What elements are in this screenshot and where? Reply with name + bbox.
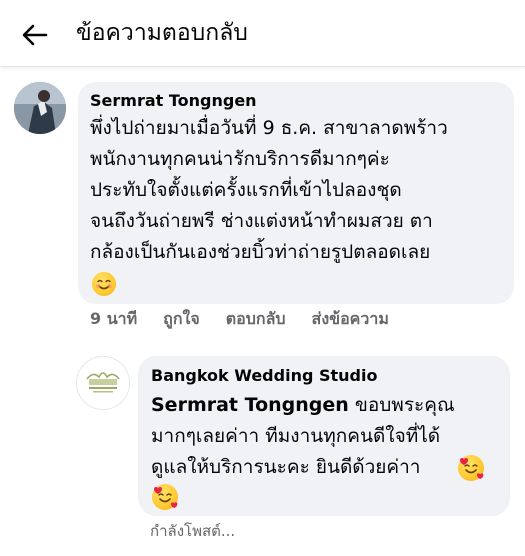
comment-line: ประทับใจตั้งแต่ครั้งแรกที่เข้าไปลองชุด (90, 179, 402, 201)
reply-author[interactable]: Bangkok Wedding Studio (151, 366, 377, 386)
arrow-left-icon (22, 24, 48, 46)
comment-timestamp: 9 นาที (90, 309, 138, 328)
comment-line: จนถึงวันถ่ายพรี ช่างแต่งหน้าทำผมสวย ตา (90, 210, 433, 232)
reply-line: มากๆเลยค่าา ทีมงานทุกคนดีใจที่ได้ (151, 425, 441, 447)
comment-actions: 9 นาที ถูกใจ ตอบกลับ ส่งข้อความ (90, 308, 415, 330)
comment-line: กล้องเป็นกันเองช่วยบิ้วท่าถ่ายรูปตลอดเลย (90, 241, 431, 263)
mention-link[interactable]: Sermrat Tongngen (151, 394, 349, 416)
comment-author[interactable]: Sermrat Tongngen (90, 91, 257, 111)
commenter-avatar[interactable] (14, 82, 66, 134)
avatar-photo (14, 82, 66, 134)
reply-line-text: ขอบพระคุณ (348, 394, 455, 416)
comment-bubble: Sermrat Tongngen พึ่งไปถ่ายมาเมื่อวันที่… (78, 82, 514, 304)
comment-line: พึ่งไปถ่ายมาเมื่อวันที่ 9 ธ.ค. สาขาลาดพร… (90, 117, 448, 139)
studio-logo-icon (77, 357, 129, 409)
reply-line-text: ดูแลให้บริการนะคะ ยินดีด้วยค่าา (151, 456, 421, 478)
page-title: ข้อความตอบกลับ (76, 20, 248, 46)
back-button[interactable] (18, 18, 52, 52)
smiling-face-icon (92, 272, 116, 296)
reply-bubble: Bangkok Wedding Studio Sermrat Tongngen … (138, 356, 510, 516)
like-button[interactable]: ถูกใจ (163, 308, 200, 330)
reply-button[interactable]: ตอบกลับ (226, 308, 286, 330)
reply-line: Sermrat Tongngen ขอบพระคุณ (151, 390, 455, 421)
top-bar: ข้อความตอบกลับ (0, 0, 525, 67)
studio-avatar[interactable] (76, 356, 130, 410)
smiling-face-with-hearts-icon (458, 455, 484, 481)
send-message-button[interactable]: ส่งข้อความ (312, 308, 389, 330)
comment-line: พนักงานทุกคนน่ารักบริการดีมากๆค่ะ (90, 148, 390, 170)
smiling-face-with-hearts-icon (152, 484, 178, 510)
reply-line: ดูแลให้บริการนะคะ ยินดีด้วยค่าา (151, 452, 420, 483)
posting-status: กำลังโพสต์... (150, 522, 236, 540)
